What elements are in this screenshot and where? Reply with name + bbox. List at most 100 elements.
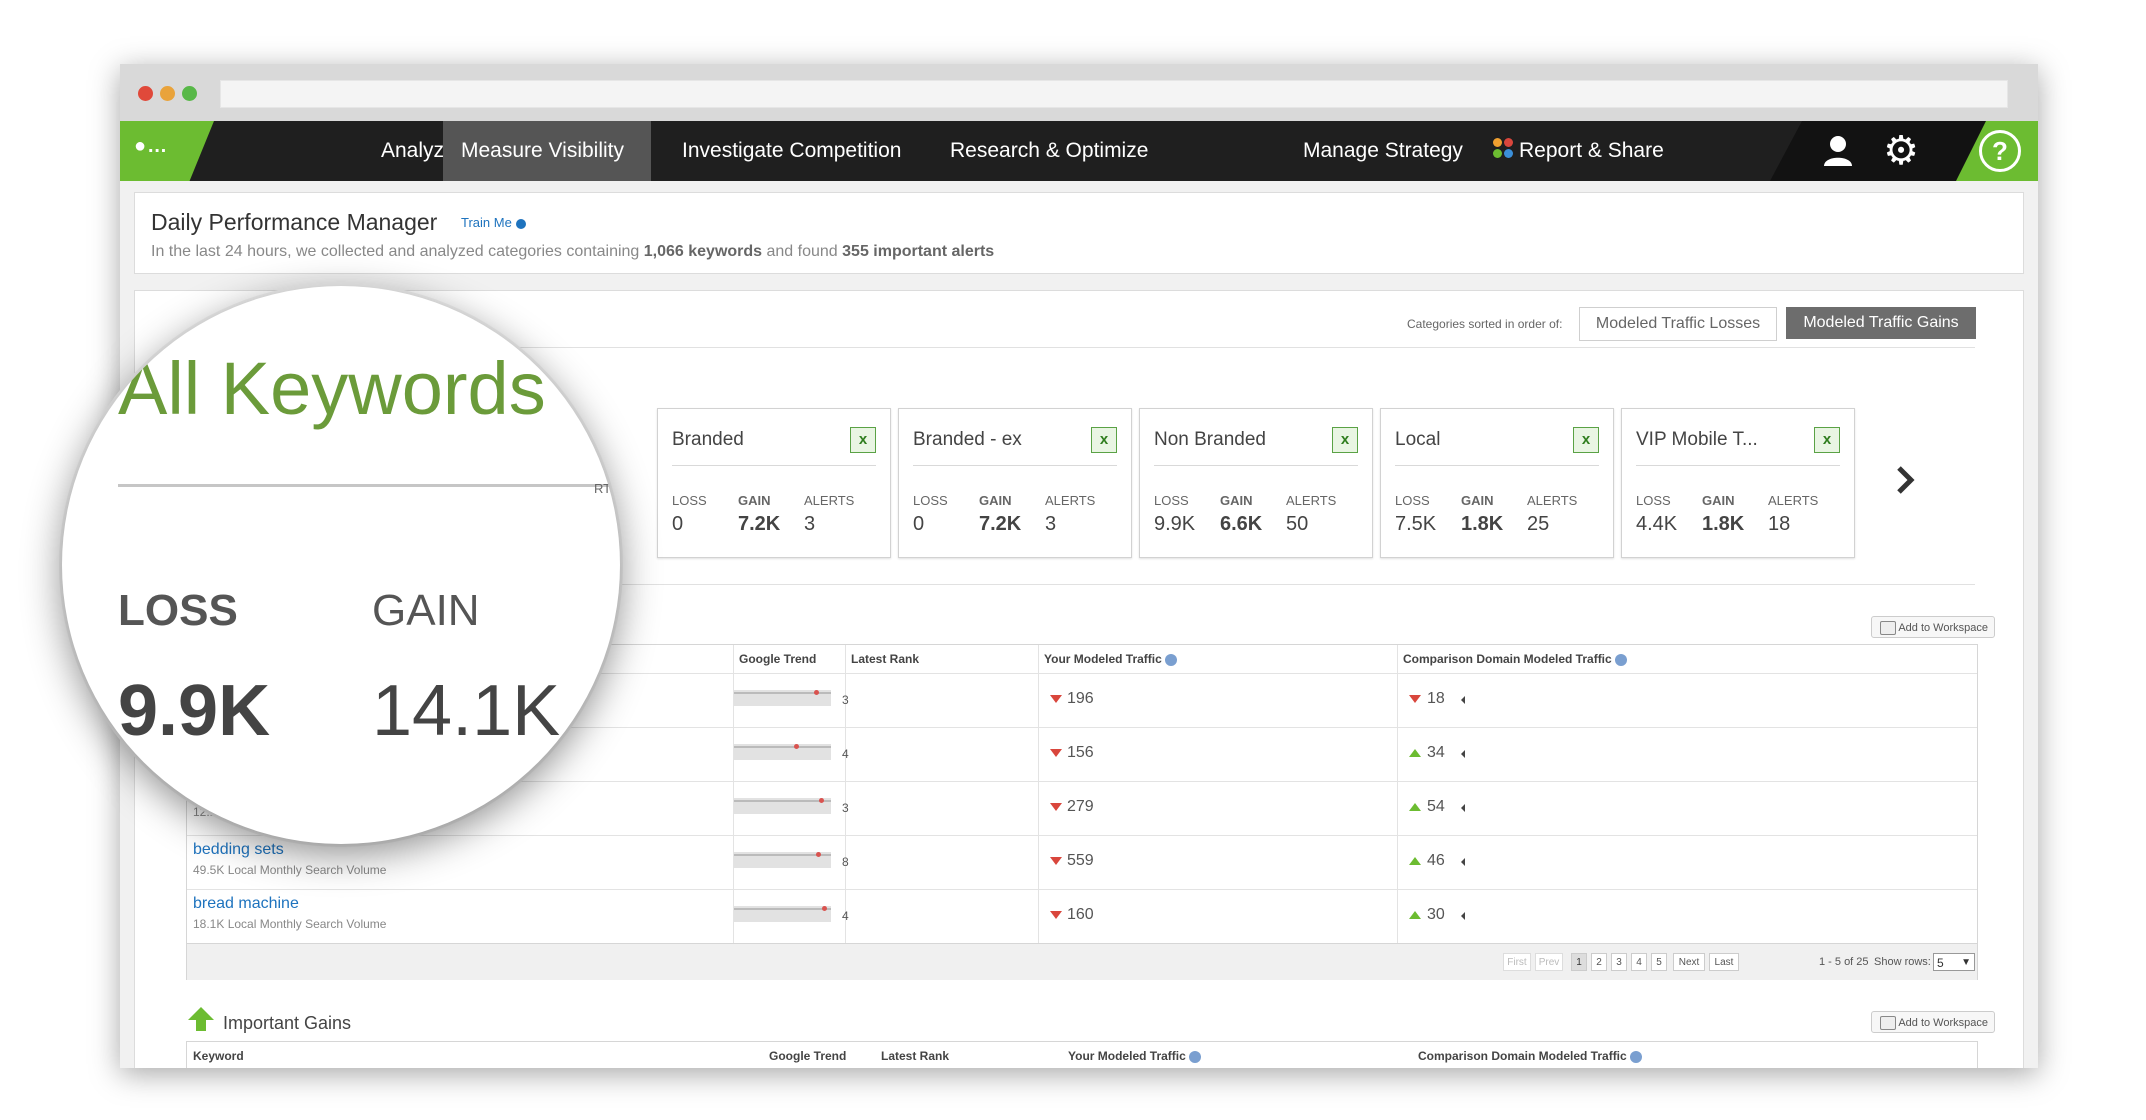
pager-page[interactable]: 5	[1651, 953, 1667, 971]
google-trend-sparkline	[734, 798, 831, 814]
gain-label: GAIN	[738, 493, 771, 508]
info-icon[interactable]	[1189, 1050, 1202, 1063]
add-to-workspace-label: Add to Workspace	[1898, 1017, 1988, 1029]
arrow-down-icon	[1050, 803, 1062, 811]
category-card-non-branded[interactable]: Non Branded x LOSS GAIN ALERTS 9.9K 6.6K…	[1139, 408, 1373, 558]
nav-manage-strategy[interactable]: Manage Strategy	[1285, 121, 1481, 181]
latest-rank: 4	[842, 747, 849, 761]
pager-last[interactable]: Last	[1709, 953, 1739, 971]
your-traffic-value: 196	[1067, 690, 1094, 707]
add-to-workspace-button[interactable]: Add to Workspace	[1871, 1011, 1995, 1033]
arrow-down-icon	[1050, 857, 1062, 865]
important-gains-title: Important Gains	[223, 1013, 352, 1033]
user-icon[interactable]	[1818, 121, 1858, 181]
info-icon[interactable]	[1615, 653, 1628, 666]
loss-label: LOSS	[1154, 493, 1189, 508]
brand-logo[interactable]: ●…	[120, 121, 214, 181]
summary-keywords: 1,066 keywords	[643, 243, 763, 260]
arrow-down-icon	[1409, 695, 1421, 703]
your-traffic-value: 156	[1067, 744, 1094, 761]
excel-export-icon[interactable]: x	[1091, 427, 1117, 453]
keyword-link[interactable]: bedding sets	[193, 841, 284, 859]
excel-export-icon[interactable]: x	[1814, 427, 1840, 453]
expand-icon[interactable]	[1461, 804, 1465, 812]
magnifier-divider	[118, 484, 620, 487]
expand-icon[interactable]	[1461, 912, 1465, 920]
nav-report-share[interactable]: Report & Share	[1475, 121, 1682, 181]
column-header-google-trend[interactable]: Google Trend	[769, 1042, 846, 1068]
category-card-local[interactable]: Local x LOSS GAIN ALERTS 7.5K 1.8K 25	[1380, 408, 1614, 558]
close-window-button[interactable]	[138, 86, 153, 101]
excel-export-icon[interactable]: x	[1332, 427, 1358, 453]
gear-icon[interactable]: ⚙	[1879, 121, 1923, 181]
info-icon[interactable]	[1630, 1050, 1643, 1063]
show-rows-select[interactable]: 5 ▼	[1933, 953, 1975, 971]
address-bar[interactable]	[220, 80, 2008, 108]
column-divider	[1397, 645, 1398, 943]
column-header-google-trend[interactable]: Google Trend	[739, 645, 816, 673]
gain-value: 1.8K	[1461, 513, 1504, 535]
browser-chrome	[120, 64, 2038, 121]
your-traffic-header-label: Your Modeled Traffic	[1068, 1049, 1186, 1063]
card-title: VIP Mobile T...	[1636, 429, 1758, 450]
sort-losses-button[interactable]: Modeled Traffic Losses	[1579, 307, 1777, 341]
maximize-window-button[interactable]	[182, 86, 197, 101]
expand-icon[interactable]	[1461, 696, 1465, 704]
category-card-branded-ex[interactable]: Branded - ex x LOSS GAIN ALERTS 0 7.2K 3	[898, 408, 1132, 558]
arrow-up-icon	[1409, 857, 1421, 865]
help-glyph: ?	[1979, 130, 2021, 172]
column-header-latest-rank[interactable]: Latest Rank	[881, 1042, 949, 1068]
main-nav: ●… Analyze Content Measure Visibility In…	[120, 121, 2038, 181]
column-header-your-traffic[interactable]: Your Modeled Traffic	[1068, 1042, 1202, 1068]
info-icon[interactable]	[1165, 653, 1178, 666]
excel-export-icon[interactable]: x	[850, 427, 876, 453]
card-divider	[1395, 465, 1599, 466]
latest-rank: 8	[842, 855, 849, 869]
sort-gains-button[interactable]: Modeled Traffic Gains	[1786, 307, 1976, 339]
category-card-vip-mobile[interactable]: VIP Mobile T... x LOSS GAIN ALERTS 4.4K …	[1621, 408, 1855, 558]
important-gains-table: Keyword Google Trend Latest Rank Your Mo…	[186, 1041, 1978, 1068]
train-me-link[interactable]: Train Me	[461, 215, 526, 230]
help-icon[interactable]: ?	[1978, 121, 2022, 181]
gain-value: 6.6K	[1220, 513, 1263, 535]
loss-label: LOSS	[1395, 493, 1430, 508]
excel-export-icon[interactable]: x	[1573, 427, 1599, 453]
pager-page[interactable]: 3	[1611, 953, 1627, 971]
comparison-traffic-value: 54	[1427, 798, 1445, 815]
summary-mid: and found	[762, 243, 843, 260]
column-header-keyword[interactable]: Keyword	[193, 1042, 244, 1068]
column-header-comparison-traffic[interactable]: Comparison Domain Modeled Traffic	[1403, 645, 1628, 673]
loss-label: LOSS	[913, 493, 948, 508]
nav-measure-visibility[interactable]: Measure Visibility	[443, 121, 651, 181]
nav-investigate-competition[interactable]: Investigate Competition	[664, 121, 919, 181]
loss-label: LOSS	[672, 493, 707, 508]
table-pager: First Prev 1 2 3 4 5 Next Last 1 - 5 of …	[187, 943, 1977, 980]
keyword-link[interactable]: bread machine	[193, 895, 299, 913]
pager-page[interactable]: 2	[1591, 953, 1607, 971]
expand-icon[interactable]	[1461, 750, 1465, 758]
add-to-workspace-button[interactable]: Add to Workspace	[1871, 616, 1995, 638]
google-trend-sparkline	[734, 906, 831, 922]
loss-value: 7.5K	[1395, 513, 1437, 535]
pager-next[interactable]: Next	[1673, 953, 1705, 971]
card-title: Local	[1395, 429, 1441, 450]
alerts-label: ALERTS	[1286, 493, 1337, 508]
pager-prev[interactable]: Prev	[1535, 953, 1563, 971]
nav-report-share-label: Report & Share	[1519, 139, 1664, 162]
pager-page[interactable]: 4	[1631, 953, 1647, 971]
column-header-latest-rank[interactable]: Latest Rank	[851, 645, 919, 673]
expand-icon[interactable]	[1461, 858, 1465, 866]
category-card-branded[interactable]: Branded x LOSS GAIN ALERTS 0 7.2K 3	[657, 408, 891, 558]
arrow-up-icon	[1409, 911, 1421, 919]
nav-research-optimize[interactable]: Research & Optimize	[932, 121, 1166, 181]
card-title: Branded	[672, 429, 744, 450]
pager-page[interactable]: 1	[1571, 953, 1587, 971]
chevron-right-icon[interactable]	[1895, 465, 1915, 495]
minimize-window-button[interactable]	[160, 86, 175, 101]
comparison-traffic-header-label: Comparison Domain Modeled Traffic	[1403, 652, 1612, 666]
row-divider	[187, 889, 1977, 890]
show-rows-value: 5	[1937, 956, 1944, 970]
column-header-comparison-traffic[interactable]: Comparison Domain Modeled Traffic	[1418, 1042, 1643, 1068]
pager-first[interactable]: First	[1503, 953, 1531, 971]
column-header-your-traffic[interactable]: Your Modeled Traffic	[1044, 645, 1178, 673]
